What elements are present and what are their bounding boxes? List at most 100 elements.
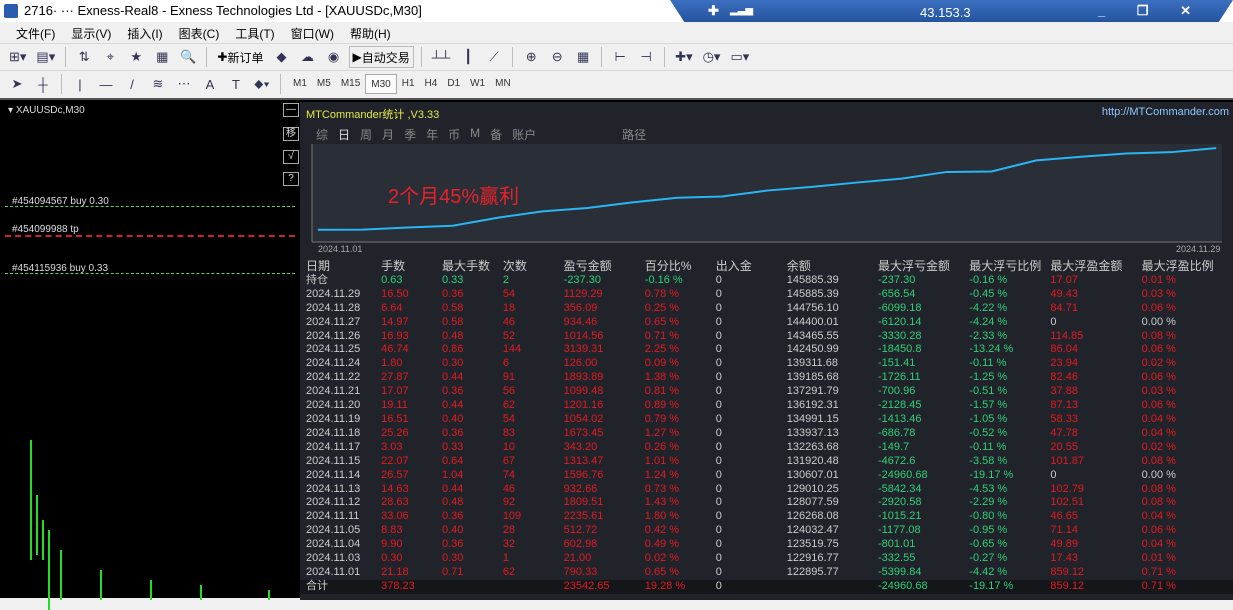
timeframe-m30[interactable]: M30 (365, 74, 397, 94)
cell-0: 2024.11.29 (306, 287, 361, 300)
templates-icon[interactable]: ▭▾ (727, 46, 752, 68)
panel-title: MTCommander统计 ,V3.33 (306, 109, 440, 121)
vps-icon[interactable]: ◉ (323, 46, 345, 68)
tile-windows-icon[interactable]: ▦ (572, 46, 594, 68)
cell-1: 17.07 (381, 385, 409, 398)
cell-11: 0.06 % (1141, 399, 1176, 412)
menu-item[interactable]: 图表(C) (171, 22, 228, 43)
panel-tab[interactable]: 月 (382, 126, 394, 143)
window-controls[interactable]: _ ❐ ✕ (1098, 3, 1205, 19)
fibo-icon[interactable]: ≋ (147, 73, 169, 95)
chart-window[interactable]: ▾ XAUUSDc,M30 — 移 √ ? #454094567 buy 0.3… (0, 98, 1233, 610)
timeframe-w1[interactable]: W1 (465, 74, 490, 94)
cell-1: 1.80 (381, 357, 403, 370)
cell-6: 0 (715, 552, 722, 565)
menu-item[interactable]: 窗口(W) (283, 22, 342, 43)
cell-0: 日期 (306, 259, 331, 273)
bar-chart-icon[interactable]: ┴┴ (429, 46, 453, 68)
crosshair-icon[interactable]: ⌖ (99, 46, 121, 68)
line-chart-icon[interactable]: ⟋ (483, 46, 505, 68)
timeframe-d1[interactable]: D1 (442, 74, 465, 94)
panel-tab[interactable]: 年 (426, 126, 438, 143)
terminal-icon[interactable]: ▦ (151, 46, 173, 68)
pin-icon[interactable]: ✚ (708, 3, 719, 19)
new-order-button[interactable]: ✚ 新订单 (214, 46, 266, 68)
move-panel-button[interactable]: 移 (283, 127, 299, 141)
horizontal-line-icon[interactable]: — (95, 73, 117, 95)
cell-11: 0.71 % (1141, 565, 1176, 578)
cell-11: 0.00 % (1141, 315, 1176, 328)
navigator-icon[interactable]: ★ (125, 46, 147, 68)
menu-item[interactable]: 显示(V) (63, 22, 119, 43)
minimize-panel-button[interactable]: — (283, 103, 299, 117)
cell-1: 0.63 (381, 273, 403, 286)
cell-8: -5842.34 (878, 482, 922, 495)
cell-5: 19.28 % (644, 579, 686, 592)
cursor-icon[interactable]: ➤ (6, 73, 28, 95)
menu-item[interactable]: 文件(F) (8, 22, 63, 43)
cell-8: -5399.84 (878, 565, 922, 578)
chart-shift-icon[interactable]: ⊣ (635, 46, 657, 68)
candlestick-icon[interactable]: ┃ (457, 46, 479, 68)
panel-tab[interactable]: 币 (448, 126, 460, 143)
panel-tab[interactable]: 账户 (512, 126, 536, 143)
panel-tab[interactable]: 季 (404, 126, 416, 143)
panel-tab[interactable]: 路径 (622, 126, 646, 143)
equity-point (542, 210, 543, 212)
cell-3: 92 (502, 496, 516, 509)
arrows-icon[interactable]: ⬥▾ (251, 73, 273, 95)
cell-11: 0.04 % (1141, 426, 1176, 439)
help-button[interactable]: ? (283, 172, 299, 186)
indicators-icon[interactable]: ✚▾ (672, 46, 695, 68)
cell-1: 378.23 (381, 579, 415, 592)
auto-trading-button[interactable]: ▶ 自动交易 (348, 46, 414, 68)
zoom-out-icon[interactable]: ⊖ (546, 46, 568, 68)
cell-10: 82.46 (1050, 371, 1078, 384)
order-line[interactable] (5, 206, 295, 207)
periods-icon[interactable]: ◷▾ (700, 46, 724, 68)
metaeditor-icon[interactable]: ◆ (271, 46, 293, 68)
menu-item[interactable]: 帮助(H) (342, 22, 399, 43)
signals-icon[interactable]: ☁ (297, 46, 319, 68)
cell-0: 2024.11.03 (306, 552, 361, 565)
panel-tab[interactable]: 日 (338, 126, 350, 143)
text-label-icon[interactable]: T (225, 73, 247, 95)
cell-2: 0.64 (441, 454, 464, 467)
cell-1: 27.87 (381, 371, 409, 384)
crosshair-tool-icon[interactable]: ┼ (32, 73, 54, 95)
profiles-icon[interactable]: ▤▾ (33, 46, 58, 68)
cell-4: 1673.45 (563, 426, 604, 439)
fibo-grid-icon[interactable]: ⋯ (173, 73, 195, 95)
order-line[interactable] (5, 273, 295, 274)
cell-11: 0.00 % (1141, 468, 1176, 481)
zoom-in-icon[interactable]: ⊕ (520, 46, 542, 68)
timeframe-h4[interactable]: H4 (420, 74, 443, 94)
cell-8: -2920.58 (878, 496, 922, 509)
timeframe-m15[interactable]: M15 (336, 74, 365, 94)
tester-icon[interactable]: 🔍 (177, 46, 199, 68)
timeframe-mn[interactable]: MN (490, 74, 516, 94)
check-button[interactable]: √ (283, 150, 299, 164)
timeframe-m5[interactable]: M5 (312, 74, 336, 94)
text-tool-icon[interactable]: A (199, 73, 221, 95)
cell-6: 0 (715, 412, 722, 425)
tp-line[interactable] (5, 235, 295, 237)
timeframe-m1[interactable]: M1 (288, 74, 312, 94)
cell-3: 54 (502, 412, 516, 425)
menu-item[interactable]: 插入(I) (119, 22, 170, 43)
cell-8: -24960.68 (878, 579, 928, 592)
panel-tab[interactable]: 备 (490, 126, 502, 143)
menu-item[interactable]: 工具(T) (227, 22, 282, 43)
timeframe-h1[interactable]: H1 (397, 74, 420, 94)
panel-tab[interactable]: 综 (316, 126, 328, 143)
auto-scroll-icon[interactable]: ⊢ (609, 46, 631, 68)
panel-tab[interactable]: M (470, 126, 480, 143)
panel-url-link[interactable]: http://MTCommander.com (1102, 106, 1229, 118)
panel-tab[interactable]: 周 (360, 126, 372, 143)
market-watch-icon[interactable]: ⇅ (73, 46, 95, 68)
vertical-line-icon[interactable]: | (69, 73, 91, 95)
cell-9: -4.42 % (969, 565, 1008, 578)
new-chart-icon[interactable]: ⊞▾ (6, 46, 29, 68)
trendline-icon[interactable]: / (121, 73, 143, 95)
table-header: 日期 手数 最大手数 次数 盈亏金额 百分比% 出入金 余额 最大浮亏金额 最大浮亏比例 最大浮盈金… (300, 259, 1233, 274)
